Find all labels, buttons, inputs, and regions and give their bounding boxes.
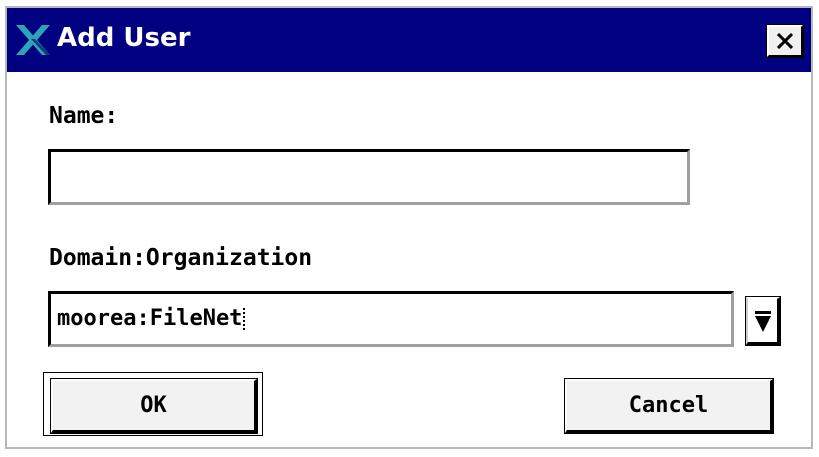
dropdown-arrow-icon (755, 311, 771, 332)
name-input[interactable] (48, 149, 690, 205)
text-cursor (243, 308, 246, 330)
cancel-button[interactable]: Cancel (564, 378, 774, 434)
domain-organization-value: moorea:FileNet (57, 306, 243, 331)
x-logo-icon (16, 25, 50, 55)
dialog-title: Add User (57, 23, 191, 53)
add-user-dialog: Add User Name: Domain:Organization moore… (5, 6, 813, 449)
close-icon (777, 33, 793, 49)
title-bar[interactable]: Add User (7, 8, 811, 72)
domain-organization-label: Domain:Organization (49, 245, 313, 271)
ok-button[interactable]: OK (50, 378, 258, 434)
name-label: Name: (49, 103, 119, 129)
close-button[interactable] (766, 24, 804, 58)
domain-dropdown-button[interactable] (745, 296, 781, 346)
domain-organization-input[interactable]: moorea:FileNet (48, 291, 734, 347)
